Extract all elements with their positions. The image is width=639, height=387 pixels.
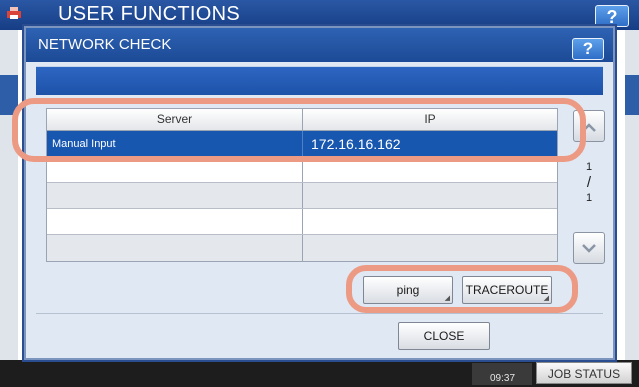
server-cell [47, 209, 303, 234]
total-pages: 1 [585, 192, 593, 204]
clock-time: 09:37 [490, 373, 516, 384]
dialog-title: NETWORK CHECK [38, 36, 172, 53]
table-row[interactable] [47, 183, 557, 209]
divider [36, 313, 603, 314]
ip-cell [303, 183, 557, 208]
ip-cell [303, 209, 557, 234]
highlight-selected-row [12, 98, 586, 162]
ip-cell [303, 235, 557, 261]
page-separator: / [586, 174, 592, 191]
table-row[interactable] [47, 235, 557, 261]
background-left-panel [0, 30, 18, 360]
close-button-label: CLOSE [423, 329, 465, 343]
table-row[interactable] [47, 209, 557, 235]
user-functions-title: USER FUNCTIONS [58, 3, 240, 25]
current-page: 1 [585, 161, 593, 173]
page-down-button[interactable] [573, 232, 605, 264]
server-cell [47, 235, 303, 261]
highlight-action-buttons [346, 265, 578, 313]
dialog-info-band [36, 66, 603, 95]
user-functions-help-button[interactable]: ? [595, 5, 629, 27]
chevron-down-icon [582, 244, 596, 253]
job-status-button[interactable]: JOB STATUS [536, 362, 632, 384]
background-right-panel [625, 30, 639, 360]
help-button[interactable]: ? [572, 38, 604, 60]
printer-icon [7, 7, 21, 19]
close-button[interactable]: CLOSE [398, 322, 490, 350]
dialog-title-bar: NETWORK CHECK ? [26, 28, 613, 62]
server-cell [47, 183, 303, 208]
